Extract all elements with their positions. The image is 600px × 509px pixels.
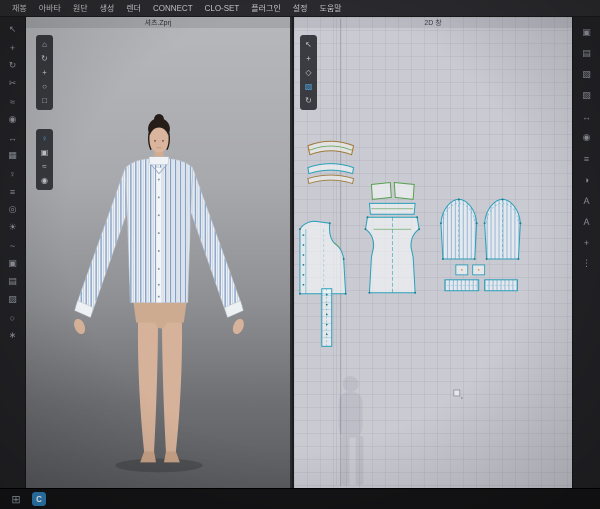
menu-item[interactable]: 생성 xyxy=(94,0,121,17)
cursor-marker xyxy=(454,390,463,399)
object-browser-icon[interactable]: ▤ xyxy=(578,46,596,61)
rotate-tool-icon[interactable]: ↻ xyxy=(4,58,22,73)
sewing-tool-icon[interactable]: ≈ xyxy=(4,94,22,109)
zoom-view-icon[interactable]: ○ xyxy=(38,80,51,93)
floor-shadow xyxy=(115,458,202,472)
edit-curve-icon[interactable]: ◇ xyxy=(302,66,315,79)
pattern-back-panel[interactable] xyxy=(364,216,420,293)
show-avatar-icon[interactable]: ♀ xyxy=(38,132,51,145)
fit-view-icon[interactable]: □ xyxy=(38,94,51,107)
more-options-icon[interactable]: ⋮ xyxy=(578,256,596,271)
viewport-2d-header: 2D 창 xyxy=(294,17,572,28)
avatar-silhouette-ghost xyxy=(339,376,364,485)
move-tool-icon[interactable]: + xyxy=(4,40,22,55)
texture-icon[interactable]: ▨ xyxy=(4,292,22,307)
menu-item[interactable]: 원단 xyxy=(67,0,94,17)
color-panel-icon[interactable]: ◑ xyxy=(578,172,596,187)
left-toolbar: ↖ + ↻ ✂ ≈ ◉ ↔ ▦ ♀ ≡ ◎ ☀ ~ ▣ ▤ ▨ xyxy=(0,17,26,488)
text-tool-icon[interactable]: A xyxy=(578,214,596,229)
project-tab-label[interactable]: 셔츠.Zprj xyxy=(145,18,172,28)
menu-item[interactable]: 설정 xyxy=(287,0,314,17)
toolbar-2d: ↖ + ◇ ▨ ↻ xyxy=(300,35,317,110)
sync-2d3d-icon[interactable]: ↻ xyxy=(302,94,315,107)
pattern-sleeve-right[interactable] xyxy=(484,198,522,260)
taskbar: ⊞ C xyxy=(0,488,600,509)
garment-shirt[interactable] xyxy=(75,157,244,318)
orbit-view-icon[interactable]: ↻ xyxy=(38,52,51,65)
pan-view-icon[interactable]: + xyxy=(38,66,51,79)
settings-tool-icon[interactable]: ∗ xyxy=(4,328,22,343)
menu-item[interactable]: 렌더 xyxy=(120,0,147,17)
show-garment-icon[interactable]: ▣ xyxy=(38,146,51,159)
menu-item[interactable]: 재봉 xyxy=(6,0,33,17)
avatar-legs xyxy=(138,317,182,463)
zoom-in-icon[interactable]: + xyxy=(578,235,596,250)
select-tool-icon[interactable]: ↖ xyxy=(4,22,22,37)
view-toolbar-3d: ⌂ ↻ + ○ □ xyxy=(36,35,53,110)
viewport-3d-header: 셔츠.Zprj xyxy=(26,17,290,28)
camera-tool-icon[interactable]: ◎ xyxy=(4,202,22,217)
show-seams-icon[interactable]: ≈ xyxy=(38,160,51,173)
list-panel-icon[interactable]: ≡ xyxy=(578,151,596,166)
fabric-tool-icon[interactable]: ▦ xyxy=(4,148,22,163)
show-3d-icon[interactable]: ▣ xyxy=(4,256,22,271)
pattern-collar-band[interactable] xyxy=(308,141,354,154)
pattern-sleeve-left[interactable] xyxy=(440,198,478,260)
viewport-2d[interactable]: 2D 창 xyxy=(294,17,572,488)
viewport-3d[interactable]: 셔츠.Zprj xyxy=(26,17,292,488)
measure-panel-icon[interactable]: ↔ xyxy=(578,109,596,124)
display-toolbar-3d: ♀ ▣ ≈ ◉ xyxy=(36,129,53,190)
show-pins-icon[interactable]: ◉ xyxy=(38,174,51,187)
menu-item[interactable]: CONNECT xyxy=(147,0,199,17)
clo3d-window: 재봉 아바타 원단 생성 렌더 CONNECT CLO-SET 플러그인 설정 … xyxy=(0,0,600,509)
texture-panel-icon[interactable]: ▨ xyxy=(578,88,596,103)
select-pattern-icon[interactable]: ↖ xyxy=(302,38,315,51)
pose-tool-icon[interactable]: ≡ xyxy=(4,184,22,199)
pin-panel-icon[interactable]: ◉ xyxy=(578,130,596,145)
home-view-icon[interactable]: ⌂ xyxy=(38,38,51,51)
pattern-sleeve-plackets[interactable] xyxy=(456,265,485,275)
light-tool-icon[interactable]: ☀ xyxy=(4,220,22,235)
add-point-icon[interactable]: + xyxy=(302,52,315,65)
right-toolbar: ▣ ▤ ▧ ▨ ↔ ◉ ≡ ◑ A A + ⋮ xyxy=(572,17,600,488)
scene-panel-icon[interactable]: ▣ xyxy=(578,25,596,40)
avatar-head xyxy=(148,114,170,152)
pattern-window-label: 2D 창 xyxy=(424,18,441,28)
pattern-collar-stand[interactable] xyxy=(308,164,354,184)
layers-icon[interactable]: ▤ xyxy=(4,274,22,289)
start-icon[interactable]: ⊞ xyxy=(8,491,24,507)
wind-tool-icon[interactable]: ~ xyxy=(4,238,22,253)
pattern-front-panel[interactable] xyxy=(299,221,347,294)
menu-item[interactable]: 아바타 xyxy=(33,0,67,17)
layer-panel-icon[interactable]: ▧ xyxy=(578,67,596,82)
pattern-cuffs[interactable] xyxy=(445,280,517,291)
measure-tool-icon[interactable]: ↔ xyxy=(4,130,22,145)
pattern-board[interactable] xyxy=(294,17,572,488)
menu-item[interactable]: 플러그인 xyxy=(245,0,286,17)
pin-tool-icon[interactable]: ◉ xyxy=(4,112,22,127)
clo-app-icon[interactable]: C xyxy=(32,492,46,506)
zoom-tool-icon[interactable]: ○ xyxy=(4,310,22,325)
avatar-tool-icon[interactable]: ♀ xyxy=(4,166,22,181)
menu-bar: 재봉 아바타 원단 생성 렌더 CONNECT CLO-SET 플러그인 설정 … xyxy=(0,0,600,17)
annotation-a-icon[interactable]: A xyxy=(578,193,596,208)
menu-item[interactable]: 도움말 xyxy=(313,0,347,17)
pattern-yoke-pieces[interactable] xyxy=(369,183,415,215)
pattern-button-placket[interactable] xyxy=(322,289,332,347)
menu-item[interactable]: CLO-SET xyxy=(199,0,246,17)
scissors-tool-icon[interactable]: ✂ xyxy=(4,76,22,91)
avatar-3d-render[interactable] xyxy=(26,17,290,488)
fabric-view-icon[interactable]: ▨ xyxy=(302,80,315,93)
